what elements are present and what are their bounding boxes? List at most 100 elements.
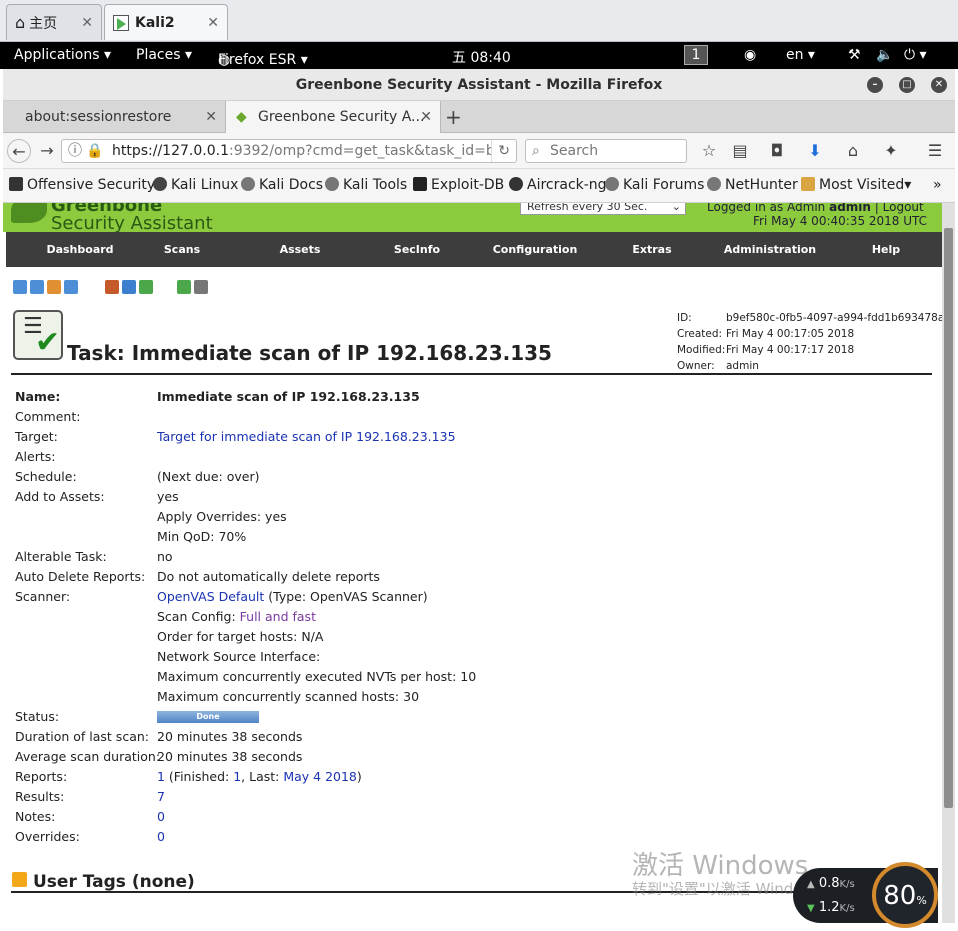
bookmark-label: Most Visited▾: [819, 177, 912, 193]
tag-icon[interactable]: [12, 872, 27, 887]
menu-secinfo[interactable]: SecInfo: [358, 232, 476, 267]
language-menu[interactable]: en ▾: [786, 47, 815, 63]
tools-icon[interactable]: ⚒: [848, 47, 861, 63]
bookmark-kali-docs[interactable]: Kali Docs: [241, 177, 323, 193]
bookmark-kali-linux[interactable]: Kali Linux: [153, 177, 238, 193]
gsa-header: Greenbone Security Assistant Refresh eve…: [3, 203, 942, 233]
bookmark-label: Kali Forums: [623, 177, 705, 193]
start-icon[interactable]: [177, 280, 191, 294]
close-icon[interactable]: ✕: [81, 15, 93, 31]
pocket-icon[interactable]: ◘: [765, 139, 789, 163]
new-tab-button[interactable]: +: [445, 105, 462, 129]
tab-label: Greenbone Security A...: [258, 109, 425, 125]
extension-icon[interactable]: ✦: [879, 139, 903, 163]
resume-icon[interactable]: [194, 280, 208, 294]
row-key: Average scan duration:: [15, 749, 161, 764]
delete-icon[interactable]: [105, 280, 119, 294]
back-icon[interactable]: ←: [7, 139, 31, 163]
list-icon[interactable]: [64, 280, 78, 294]
reading-list-icon[interactable]: ▤: [728, 139, 752, 163]
bookmarks-overflow[interactable]: »: [933, 177, 942, 193]
results-link[interactable]: 7: [157, 788, 165, 806]
greenbone-logo-icon: [11, 203, 47, 223]
applications-menu[interactable]: Applications ▾: [14, 47, 111, 63]
bookmark-star-icon[interactable]: ☆: [697, 139, 721, 163]
tab-sessionrestore[interactable]: about:sessionrestore ✕: [3, 101, 225, 133]
target-link[interactable]: Target for immediate scan of IP 192.168.…: [157, 428, 456, 446]
activation-watermark-title: 激活 Windows: [632, 851, 809, 881]
tab-greenbone[interactable]: ◆ Greenbone Security A... ✕: [225, 101, 441, 133]
id-value: b9ef580c-0fb5-4097-a994-fdd1b693478a: [726, 312, 942, 324]
workspace-indicator[interactable]: 1: [684, 45, 708, 65]
menu-scans[interactable]: Scans: [123, 232, 241, 267]
reports-count-link[interactable]: 1: [157, 769, 165, 784]
volume-icon[interactable]: 🔈: [876, 47, 893, 63]
menu-assets[interactable]: Assets: [241, 232, 359, 267]
gsa-main-menu: Dashboard Scans Assets SecInfo Configura…: [6, 232, 942, 267]
chevron-down-icon: ⌄: [671, 203, 681, 213]
new-task-wizard-icon[interactable]: [30, 280, 44, 294]
camera-icon[interactable]: ◉: [744, 47, 756, 63]
minimize-icon[interactable]: –: [867, 77, 883, 93]
info-icon: ⓘ: [68, 143, 82, 159]
menu-configuration[interactable]: Configuration: [476, 232, 594, 267]
scanner-link[interactable]: OpenVAS Default: [157, 589, 264, 604]
close-window-icon[interactable]: ✕: [931, 77, 947, 93]
notes-link[interactable]: 0: [157, 808, 165, 826]
reports-finished-link[interactable]: 1: [233, 769, 241, 784]
menu-administration[interactable]: Administration: [711, 232, 829, 267]
download-icon[interactable]: ⬇: [803, 139, 827, 163]
bookmark-label: Offensive Security: [27, 177, 156, 193]
folder-icon: [801, 177, 815, 191]
cpu-gauge[interactable]: 80%: [872, 862, 938, 928]
download-arrow-icon: ▼: [807, 903, 815, 914]
overrides-link[interactable]: 0: [157, 828, 165, 846]
logout-link[interactable]: Logout: [883, 203, 924, 214]
bookmark-label: Kali Tools: [343, 177, 408, 193]
search-input[interactable]: ⌕ Search: [525, 139, 687, 163]
vm-tab-home[interactable]: ⌂ 主页 ✕: [6, 4, 102, 40]
row-key: Alerts:: [15, 449, 56, 464]
menu-extras[interactable]: Extras: [593, 232, 711, 267]
clock[interactable]: 五 08:40: [452, 47, 511, 67]
reports-last-link[interactable]: May 4 2018: [283, 769, 357, 784]
bookmark-kali-forums[interactable]: Kali Forums: [605, 177, 704, 193]
bookmark-exploit-db[interactable]: Exploit-DB: [413, 177, 504, 193]
url-host: https://127.0.0.1: [112, 143, 229, 159]
home-icon: ⌂: [15, 13, 26, 32]
vm-tab-bar: ⌂ 主页 ✕ Kali2 ✕: [0, 0, 958, 42]
upload-arrow-icon: ▲: [807, 879, 815, 890]
close-tab-icon[interactable]: ✕: [420, 101, 432, 133]
row-value: Immediate scan of IP 192.168.23.135: [157, 389, 420, 404]
bookmark-nethunter[interactable]: NetHunter: [707, 177, 798, 193]
new-task-icon[interactable]: [47, 280, 61, 294]
firefox-app-label: Firefox ESR ▾: [218, 52, 308, 68]
home-icon[interactable]: ⌂: [841, 139, 865, 163]
reload-icon[interactable]: ↻: [491, 140, 510, 162]
vm-tab-kali2[interactable]: Kali2 ✕: [104, 4, 228, 40]
refresh-select[interactable]: Refresh every 30 Sec. ⌄: [520, 203, 686, 215]
help-icon[interactable]: [13, 280, 27, 294]
bookmark-most-visited[interactable]: Most Visited▾: [801, 177, 911, 193]
row-key: Duration of last scan:: [15, 729, 149, 744]
scan-config-link[interactable]: Full and fast: [240, 609, 316, 624]
bookmark-offensive-security[interactable]: Offensive Security: [9, 177, 155, 193]
forward-icon[interactable]: →: [35, 139, 59, 163]
power-icon[interactable]: ⏻ ▾: [904, 47, 927, 63]
bookmark-kali-tools[interactable]: Kali Tools: [325, 177, 407, 193]
places-menu[interactable]: Places ▾: [136, 47, 192, 63]
close-icon[interactable]: ✕: [207, 15, 219, 31]
url-bar[interactable]: ⓘ 🔒 https://127.0.0.1:9392/omp?cmd=get_t…: [61, 139, 517, 163]
status-progress-bar[interactable]: Done: [157, 711, 259, 723]
edit-icon[interactable]: [122, 280, 136, 294]
bookmark-aircrack-ng[interactable]: Aircrack-ng: [509, 177, 607, 193]
export-icon[interactable]: [139, 280, 153, 294]
maximize-icon[interactable]: □: [899, 77, 915, 93]
scrollbar-thumb[interactable]: [944, 228, 953, 808]
url-path: :9392/omp?cmd=get_task&task_id=b: [228, 143, 495, 159]
username: admin: [829, 203, 871, 214]
hamburger-menu-icon[interactable]: ☰: [923, 139, 947, 163]
menu-help[interactable]: Help: [828, 232, 942, 267]
row-value: Maximum concurrently executed NVTs per h…: [157, 669, 477, 684]
close-tab-icon[interactable]: ✕: [205, 101, 217, 133]
